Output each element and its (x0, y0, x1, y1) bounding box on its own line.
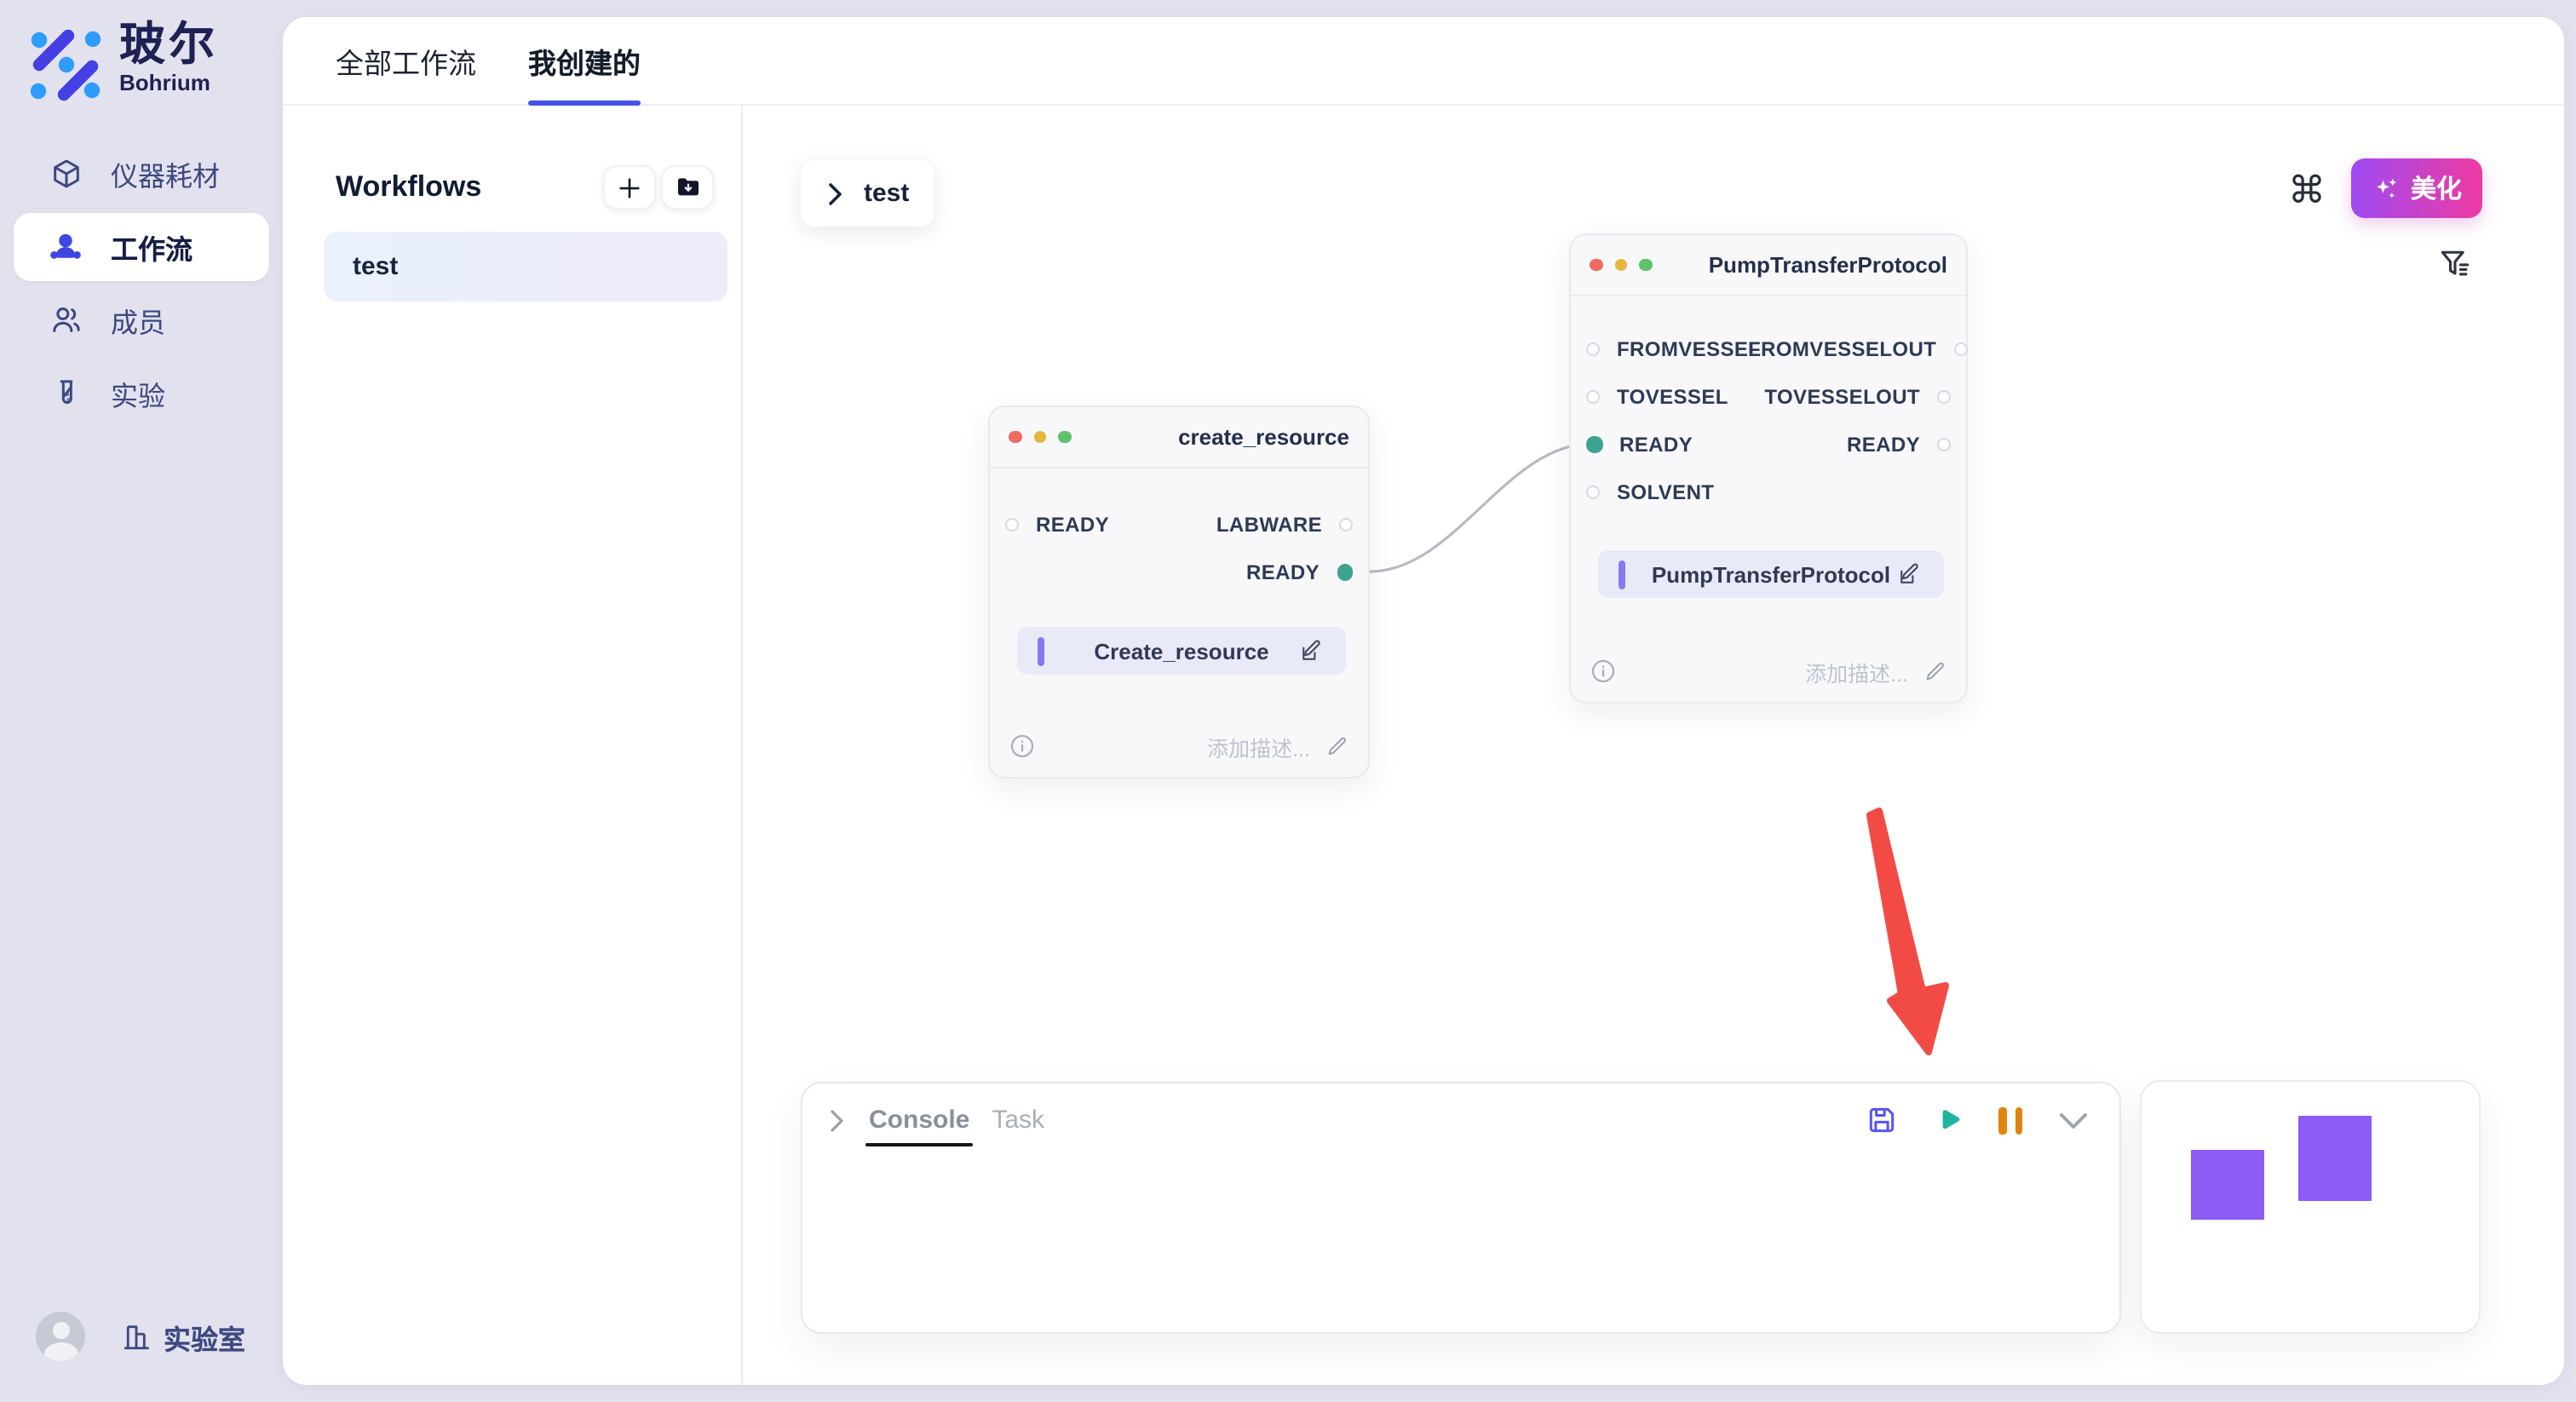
edit-icon[interactable] (1896, 561, 1922, 587)
save-icon[interactable] (1866, 1104, 1898, 1136)
node-title: PumpTransferProtocol (1709, 252, 1947, 278)
port-row: SOLVENT (1571, 468, 1966, 516)
port-row: READY READY (1571, 421, 1966, 468)
filter-icon[interactable] (2436, 245, 2474, 283)
workflow-tabs: 全部工作流 我创建的 (283, 17, 2564, 106)
node-function-pill[interactable]: PumpTransferProtocol (1598, 550, 1944, 598)
traffic-yellow-dot (1614, 259, 1627, 272)
workflow-icon (48, 229, 83, 265)
sidebar-footer: 实验室 (36, 1312, 245, 1361)
sidebar-item-label: 实验 (111, 373, 165, 414)
node-function-pill[interactable]: Create_resource (1017, 627, 1346, 675)
pause-icon[interactable] (1998, 1106, 2022, 1134)
sidebar-item-members[interactable]: 成员 (14, 286, 269, 354)
chevron-right-icon (825, 181, 845, 205)
lab-switcher[interactable]: 实验室 (121, 1316, 245, 1357)
tab-created-by-me[interactable]: 我创建的 (528, 17, 641, 106)
import-workflow-button[interactable] (661, 165, 714, 210)
brand-name-en: Bohrium (119, 70, 218, 95)
port-row: READY LABWARE (990, 501, 1368, 549)
minimap-node (2298, 1116, 2372, 1201)
building-icon (121, 1321, 152, 1352)
experiment-icon (48, 376, 83, 411)
pencil-icon[interactable] (1923, 659, 1947, 683)
flow-canvas[interactable]: test ⌘ 美化 create_resource (743, 106, 2564, 1385)
output-port-fromvesselout[interactable] (1953, 342, 1967, 356)
node-title: create_resource (1178, 424, 1349, 450)
beautify-label: 美化 (2411, 170, 2462, 206)
collapse-icon[interactable] (2058, 1110, 2089, 1130)
brand-logo[interactable]: 玻尔 Bohrium (22, 19, 218, 104)
plus-icon (617, 175, 642, 200)
brand-name-cn: 玻尔 (119, 19, 218, 70)
breadcrumb-label: test (864, 179, 909, 208)
console-panel: Console Task (801, 1082, 2121, 1334)
info-icon[interactable] (1009, 733, 1036, 760)
minimap[interactable] (2140, 1080, 2481, 1334)
pill-accent-bar (1619, 560, 1624, 589)
input-port-ready[interactable] (1586, 437, 1602, 453)
output-port-ready[interactable] (1337, 565, 1353, 581)
traffic-red-dot (1009, 431, 1021, 444)
expand-chevron-icon[interactable] (826, 1108, 847, 1132)
sidebar: 玻尔 Bohrium 仪器耗材 (0, 0, 283, 1402)
app-root: 玻尔 Bohrium 仪器耗材 (0, 0, 2576, 1402)
description-placeholder[interactable]: 添加描述... (1805, 655, 1908, 687)
sidebar-item-workflow[interactable]: 工作流 (14, 213, 269, 281)
description-placeholder[interactable]: 添加描述... (1207, 730, 1310, 762)
members-icon (48, 302, 83, 338)
traffic-yellow-dot (1033, 431, 1046, 444)
sidebar-item-label: 仪器耗材 (111, 153, 220, 194)
input-port-tovessel[interactable] (1586, 390, 1600, 404)
command-palette-button[interactable]: ⌘ (2285, 169, 2329, 213)
console-tab[interactable]: Console (869, 1106, 969, 1135)
traffic-green-dot (1058, 431, 1071, 444)
beautify-button[interactable]: 美化 (2351, 158, 2482, 218)
task-tab[interactable]: Task (992, 1106, 1044, 1135)
run-icon[interactable] (1934, 1106, 1963, 1135)
input-port-ready[interactable] (1005, 518, 1019, 531)
traffic-green-dot (1639, 259, 1652, 272)
traffic-lights (1009, 431, 1071, 444)
node-pump-transfer-protocol[interactable]: PumpTransferProtocol FROMVESSEL FROMVESS… (1569, 233, 1968, 704)
output-port-labware[interactable] (1339, 518, 1353, 531)
tab-all-workflows[interactable]: 全部工作流 (336, 17, 476, 106)
package-icon (48, 156, 83, 192)
input-port-fromvessel[interactable] (1586, 342, 1600, 356)
main-panel: 全部工作流 我创建的 Workflows (283, 17, 2564, 1385)
sidebar-item-label: 工作流 (111, 227, 193, 267)
input-port-solvent[interactable] (1586, 486, 1600, 499)
workflows-panel: Workflows test (283, 106, 743, 1385)
workflows-title: Workflows (336, 170, 481, 204)
minimap-node (2191, 1150, 2264, 1220)
workflows-header: Workflows (336, 165, 714, 210)
sidebar-item-experiment[interactable]: 实验 (14, 359, 269, 428)
red-annotation-arrow (1870, 811, 1946, 1052)
breadcrumb[interactable]: test (801, 160, 934, 227)
pencil-icon[interactable] (1325, 734, 1349, 758)
traffic-red-dot (1590, 259, 1602, 272)
folder-download-icon (674, 174, 701, 201)
port-row: FROMVESSEL FROMVESSELOUT (1571, 325, 1966, 373)
traffic-lights (1590, 259, 1652, 272)
info-icon[interactable] (1590, 658, 1617, 685)
command-icon: ⌘ (2288, 169, 2326, 213)
bohrium-logo-icon (22, 19, 107, 104)
edit-icon[interactable] (1298, 638, 1324, 664)
port-row: READY (990, 549, 1368, 596)
output-port-ready[interactable] (1937, 438, 1951, 451)
sidebar-item-label: 成员 (111, 300, 165, 341)
output-port-tovesselout[interactable] (1937, 390, 1951, 404)
sidebar-item-instruments[interactable]: 仪器耗材 (14, 140, 269, 208)
sidebar-nav: 仪器耗材 工作流 (0, 140, 283, 433)
sparkles-icon (2372, 174, 2401, 203)
lab-label: 实验室 (164, 1316, 245, 1357)
node-create-resource[interactable]: create_resource READY LABWARE READY Crea… (988, 405, 1370, 779)
port-row: TOVESSEL TOVESSELOUT (1571, 373, 1966, 421)
pill-accent-bar (1038, 636, 1044, 665)
add-workflow-button[interactable] (603, 165, 656, 210)
avatar[interactable] (36, 1312, 85, 1361)
workflow-list-item-test[interactable]: test (324, 232, 727, 302)
